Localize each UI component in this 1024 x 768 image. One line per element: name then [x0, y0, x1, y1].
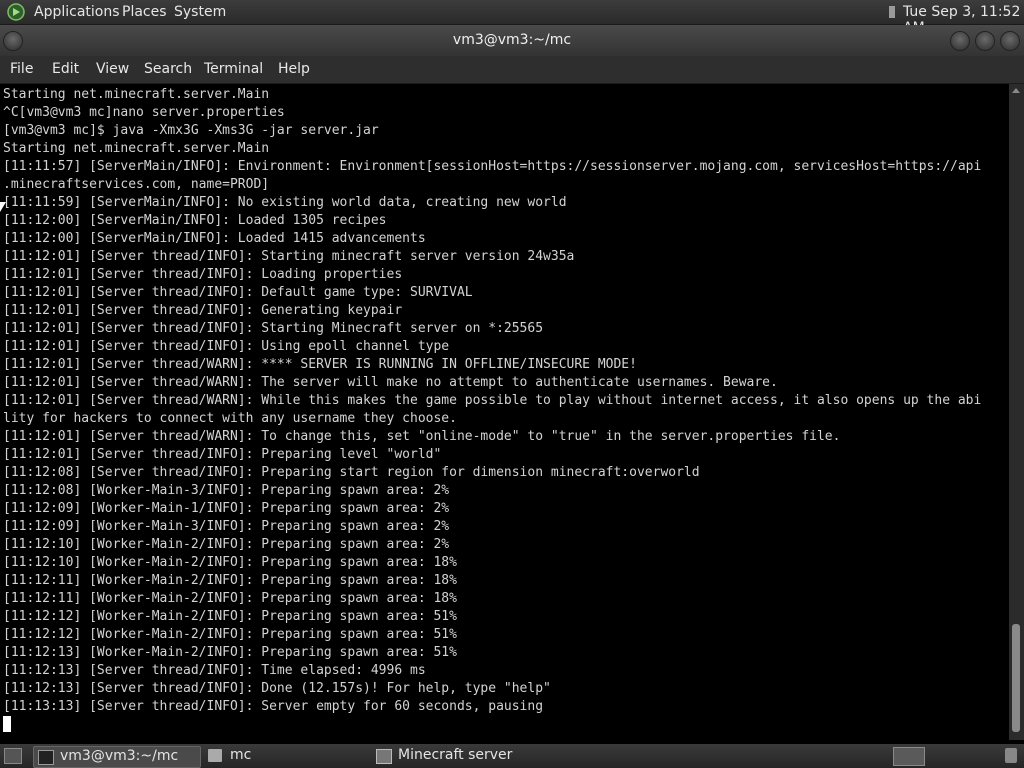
maximize-icon[interactable]	[975, 31, 995, 51]
scroll-up-icon[interactable]	[1012, 88, 1020, 93]
trash-icon[interactable]	[1005, 748, 1017, 763]
terminal-line: [11:11:59] [ServerMain/INFO]: No existin…	[3, 195, 567, 210]
menu-view[interactable]: View	[96, 61, 129, 77]
terminal-line: [11:12:12] [Worker-Main-2/INFO]: Prepari…	[3, 627, 457, 642]
top-panel: Applications Places System Tue Sep 3, 11…	[0, 0, 1024, 36]
folder-icon	[208, 749, 222, 762]
menu-bar: File Edit View Search Terminal Help	[0, 56, 1024, 84]
terminal-line: [11:12:01] [Server thread/INFO]: Loading…	[3, 267, 403, 282]
terminal-line: [11:12:08] [Worker-Main-3/INFO]: Prepari…	[3, 483, 450, 498]
terminal-line: [11:12:01] [Server thread/WARN]: While t…	[3, 393, 982, 408]
window-title: vm3@vm3:~/mc	[452, 32, 572, 48]
terminal-line: Starting net.minecraft.server.Main	[3, 141, 270, 156]
terminal-line: lity for hackers to connect with any use…	[3, 411, 457, 426]
terminal-line: [11:12:01] [Server thread/WARN]: The ser…	[3, 375, 778, 390]
terminal-line: [11:12:12] [Worker-Main-2/INFO]: Prepari…	[3, 609, 457, 624]
terminal-scrollbar[interactable]	[1009, 84, 1024, 740]
terminal-output[interactable]: Starting net.minecraft.server.Main ^C[vm3…	[0, 84, 1007, 740]
scrollbar-thumb[interactable]	[1012, 624, 1020, 732]
applications-menu[interactable]: Applications	[34, 4, 120, 20]
minimize-icon[interactable]	[950, 31, 970, 51]
terminal-line: [11:12:10] [Worker-Main-2/INFO]: Prepari…	[3, 555, 457, 570]
terminal-line: [11:12:01] [Server thread/WARN]: To chan…	[3, 429, 841, 444]
terminal-line: [11:12:09] [Worker-Main-1/INFO]: Prepari…	[3, 501, 450, 516]
terminal-line: Starting net.minecraft.server.Main	[3, 87, 270, 102]
terminal-line: [11:12:13] [Worker-Main-2/INFO]: Prepari…	[3, 645, 457, 660]
gnome-foot-icon[interactable]	[7, 3, 25, 21]
system-menu[interactable]: System	[174, 4, 226, 20]
terminal-cursor	[3, 716, 11, 732]
terminal-line: [11:12:13] [Server thread/INFO]: Done (1…	[3, 681, 551, 696]
terminal-line: [11:12:09] [Worker-Main-3/INFO]: Prepari…	[3, 519, 450, 534]
menu-edit[interactable]: Edit	[52, 61, 79, 77]
terminal-line: ^C[vm3@vm3 mc]nano server.properties	[3, 105, 285, 120]
menu-help[interactable]: Help	[278, 61, 310, 77]
close-icon[interactable]	[1000, 31, 1020, 51]
terminal-line: [11:12:01] [Server thread/WARN]: **** SE…	[3, 357, 637, 372]
terminal-line: [11:12:01] [Server thread/INFO]: Generat…	[3, 303, 403, 318]
task-label: Minecraft server	[398, 747, 513, 763]
terminal-line: [11:11:57] [ServerMain/INFO]: Environmen…	[3, 159, 982, 174]
terminal-line: [11:13:13] [Server thread/INFO]: Server …	[3, 699, 544, 714]
terminal-line: [11:12:01] [Server thread/INFO]: Startin…	[3, 321, 544, 336]
terminal-line: [11:12:01] [Server thread/INFO]: Startin…	[3, 249, 575, 264]
terminal-icon	[38, 750, 54, 765]
places-menu[interactable]: Places	[122, 4, 167, 20]
terminal-log: Starting net.minecraft.server.Main ^C[vm3…	[3, 86, 1007, 716]
terminal-line: [11:12:01] [Server thread/INFO]: Using e…	[3, 339, 450, 354]
task-label: vm3@vm3:~/mc	[60, 748, 179, 764]
workspace-switcher[interactable]	[893, 747, 925, 766]
show-desktop-icon[interactable]	[4, 748, 22, 764]
terminal-line: [11:12:10] [Worker-Main-2/INFO]: Prepari…	[3, 537, 450, 552]
taskbar: vm3@vm3:~/mc mc Minecraft server	[0, 744, 1024, 768]
task-minecraft-server[interactable]: Minecraft server	[372, 746, 572, 766]
terminal-line: [11:12:00] [ServerMain/INFO]: Loaded 141…	[3, 231, 426, 246]
terminal-line: [11:12:08] [Server thread/INFO]: Prepari…	[3, 465, 700, 480]
task-label: mc	[230, 747, 252, 763]
terminal-line: [vm3@vm3 mc]$ java -Xmx3G -Xms3G -jar se…	[3, 123, 379, 138]
terminal-line: [11:12:00] [ServerMain/INFO]: Loaded 130…	[3, 213, 387, 228]
terminal-line: [11:12:01] [Server thread/INFO]: Prepari…	[3, 447, 442, 462]
minecraft-icon	[376, 749, 392, 764]
task-mc-folder[interactable]: mc	[204, 746, 364, 766]
terminal-line: [11:12:13] [Server thread/INFO]: Time el…	[3, 663, 426, 678]
terminal-line: [11:12:11] [Worker-Main-2/INFO]: Prepari…	[3, 591, 457, 606]
window-titlebar[interactable]: vm3@vm3:~/mc	[0, 25, 1024, 56]
terminal-line: [11:12:01] [Server thread/INFO]: Default…	[3, 285, 473, 300]
panel-separator-icon	[889, 6, 895, 18]
mouse-pointer-icon	[0, 202, 6, 212]
menu-search[interactable]: Search	[144, 61, 192, 77]
menu-file[interactable]: File	[10, 61, 33, 77]
menu-terminal[interactable]: Terminal	[204, 61, 263, 77]
terminal-line: .minecraftservices.com, name=PROD]	[3, 177, 270, 192]
task-terminal-window[interactable]: vm3@vm3:~/mc	[33, 746, 201, 768]
terminal-line: [11:12:11] [Worker-Main-2/INFO]: Prepari…	[3, 573, 457, 588]
